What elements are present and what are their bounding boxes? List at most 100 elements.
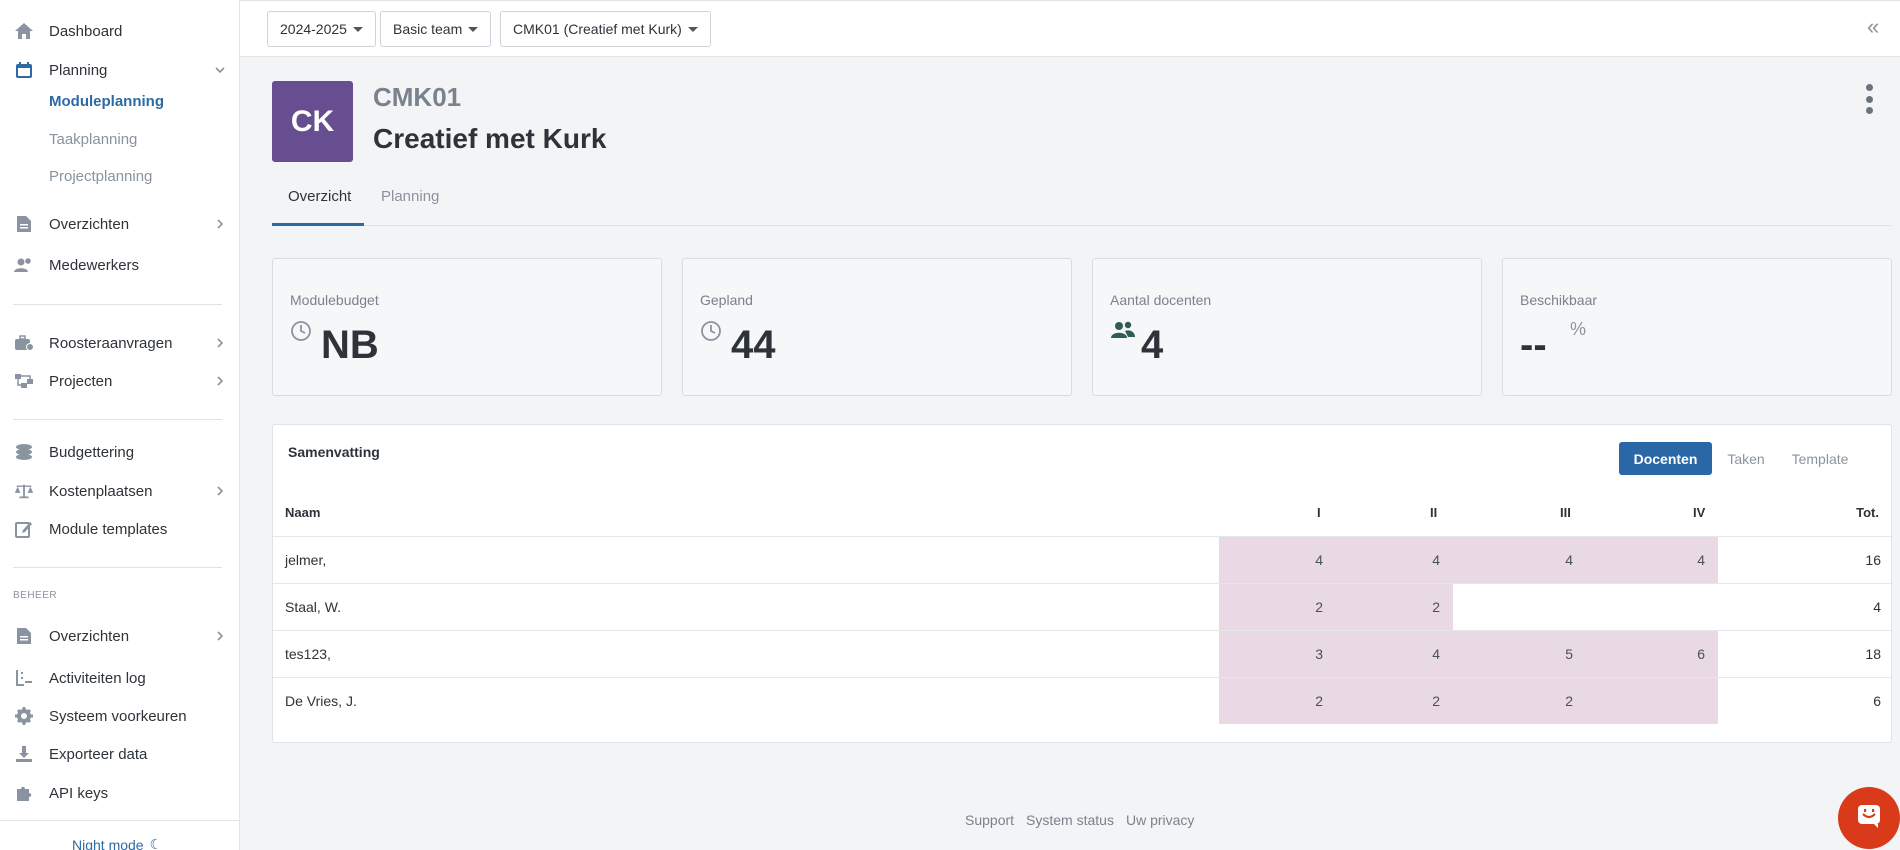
sidebar-item-kostenplaatsen[interactable]: Kostenplaatsen xyxy=(0,476,240,506)
year-dropdown[interactable]: 2024-2025 xyxy=(267,11,376,47)
chevron-down-icon xyxy=(214,64,226,76)
card-aantal-docenten: Aantal docenten 4 xyxy=(1092,258,1482,396)
sidebar-item-projecten[interactable]: Projecten xyxy=(0,366,240,396)
sidebar-divider xyxy=(0,820,240,821)
card-gepland: Gepland 44 xyxy=(682,258,1072,396)
card-value: NB xyxy=(321,323,379,367)
tab-overzicht[interactable]: Overzicht xyxy=(288,188,351,205)
top-bar: 2024-2025 Basic team CMK01 (Creatief met… xyxy=(240,0,1900,57)
sidebar-item-medewerkers[interactable]: Medewerkers xyxy=(0,250,240,280)
home-icon xyxy=(14,21,34,41)
sidebar-sub-projectplanning[interactable]: Projectplanning xyxy=(49,165,152,189)
chat-widget-button[interactable] xyxy=(1838,787,1900,849)
users-icon xyxy=(1110,320,1135,342)
sidebar-item-budgettering[interactable]: Budgettering xyxy=(0,437,240,467)
table-row: tes123, 3 4 5 6 18 xyxy=(273,630,1893,677)
card-label: Beschikbaar xyxy=(1520,292,1598,308)
sidebar-item-activiteiten-log[interactable]: Activiteiten log xyxy=(0,663,240,693)
table-row: Staal, W. 2 2 4 xyxy=(273,583,1893,630)
footer-links: Support System status Uw privacy xyxy=(965,812,1194,828)
row-name: Staal, W. xyxy=(285,599,342,615)
sidebar-item-label: API keys xyxy=(49,784,109,802)
column-header-iii: III xyxy=(1560,505,1571,520)
edit-icon xyxy=(14,519,34,539)
card-value: 4 xyxy=(1141,323,1164,367)
collapse-sidebar-icon[interactable]: « xyxy=(1867,14,1879,40)
table-cell: 3 xyxy=(1219,631,1336,677)
clock-icon xyxy=(700,320,722,342)
column-header-tot: Tot. xyxy=(1856,505,1879,520)
sidebar-section-label: BEHEER xyxy=(13,590,58,601)
night-mode-label: Night mode xyxy=(72,836,144,850)
tab-planning[interactable]: Planning xyxy=(381,188,439,205)
sidebar-item-dashboard[interactable]: Dashboard xyxy=(0,16,240,46)
sidebar-item-label: Systeem voorkeuren xyxy=(49,707,187,725)
active-tab-indicator xyxy=(272,223,364,226)
sidebar-divider xyxy=(13,304,222,305)
chevron-right-icon xyxy=(214,630,226,642)
document-icon xyxy=(14,626,34,646)
sidebar-item-label: Overzichten xyxy=(49,215,130,233)
night-mode-toggle[interactable]: Night mode ☾ xyxy=(72,836,162,850)
sidebar-sub-moduleplanning[interactable]: Moduleplanning xyxy=(49,90,164,114)
document-icon xyxy=(14,214,34,234)
sidebar-item-beheer-overzichten[interactable]: Overzichten xyxy=(0,621,240,651)
table-cell: 4 xyxy=(1586,537,1718,583)
year-dropdown-value: 2024-2025 xyxy=(280,21,347,37)
sidebar-item-systeem-voorkeuren[interactable]: Systeem voorkeuren xyxy=(0,701,240,731)
caret-down-icon xyxy=(468,26,479,32)
summary-panel: Samenvatting Docenten Taken Template Naa… xyxy=(272,424,1893,743)
footer-link-privacy[interactable]: Uw privacy xyxy=(1126,812,1194,828)
briefcase-icon xyxy=(14,333,34,353)
team-dropdown[interactable]: Basic team xyxy=(380,11,492,47)
chevron-right-icon xyxy=(214,375,226,387)
gear-icon xyxy=(14,706,34,726)
more-options-icon[interactable] xyxy=(1862,84,1876,114)
caret-down-icon xyxy=(352,26,363,32)
sidebar-item-label: Medewerkers xyxy=(49,256,140,274)
card-label: Aantal docenten xyxy=(1110,292,1212,308)
sidebar-item-label: Kostenplaatsen xyxy=(49,482,153,500)
toggle-taken[interactable]: Taken xyxy=(1719,442,1773,475)
table-cell xyxy=(1586,584,1718,630)
card-value: -- xyxy=(1520,323,1547,367)
clock-icon xyxy=(290,320,312,342)
sidebar-item-label: Budgettering xyxy=(49,443,135,461)
sidebar: Dashboard Planning Moduleplanning Taakpl… xyxy=(0,0,240,850)
sidebar-item-planning[interactable]: Planning xyxy=(0,55,240,85)
column-header-naam: Naam xyxy=(285,505,321,520)
table-cell: 2 xyxy=(1336,678,1453,724)
sidebar-sub-taakplanning[interactable]: Taakplanning xyxy=(49,128,137,152)
table-row: De Vries, J. 2 2 2 6 xyxy=(273,677,1893,724)
footer-link-system-status[interactable]: System status xyxy=(1026,812,1114,828)
card-beschikbaar: Beschikbaar -- % xyxy=(1502,258,1892,396)
card-label: Modulebudget xyxy=(290,292,379,308)
sidebar-item-module-templates[interactable]: Module templates xyxy=(0,514,240,544)
module-dropdown[interactable]: CMK01 (Creatief met Kurk) xyxy=(500,11,711,47)
log-icon xyxy=(14,668,34,688)
sidebar-item-overzichten[interactable]: Overzichten xyxy=(0,209,240,239)
toggle-docenten[interactable]: Docenten xyxy=(1619,442,1712,475)
team-dropdown-value: Basic team xyxy=(393,21,463,37)
sidebar-item-roosteraanvragen[interactable]: Roosteraanvragen xyxy=(0,328,240,358)
sitemap-icon xyxy=(14,371,34,391)
toggle-template[interactable]: Template xyxy=(1780,442,1860,475)
moon-icon: ☾ xyxy=(149,836,163,850)
table-cell: 6 xyxy=(1586,631,1718,677)
sidebar-item-exporteer-data[interactable]: Exporteer data xyxy=(0,739,240,769)
table-cell: 2 xyxy=(1453,678,1586,724)
column-header-i: I xyxy=(1317,505,1321,520)
table-cell xyxy=(1453,584,1586,630)
column-header-iv: IV xyxy=(1693,505,1706,520)
module-avatar: CK xyxy=(272,81,353,162)
footer-link-support[interactable]: Support xyxy=(965,812,1014,828)
table-cell xyxy=(1586,678,1718,724)
sidebar-item-label: Projecten xyxy=(49,372,113,390)
chevron-right-icon xyxy=(214,337,226,349)
module-code: CMK01 xyxy=(373,82,462,112)
sidebar-item-api-keys[interactable]: API keys xyxy=(0,778,240,808)
table-cell: 2 xyxy=(1219,584,1336,630)
card-label: Gepland xyxy=(700,292,753,308)
row-total: 16 xyxy=(1865,552,1881,568)
column-header-ii: II xyxy=(1430,505,1438,520)
